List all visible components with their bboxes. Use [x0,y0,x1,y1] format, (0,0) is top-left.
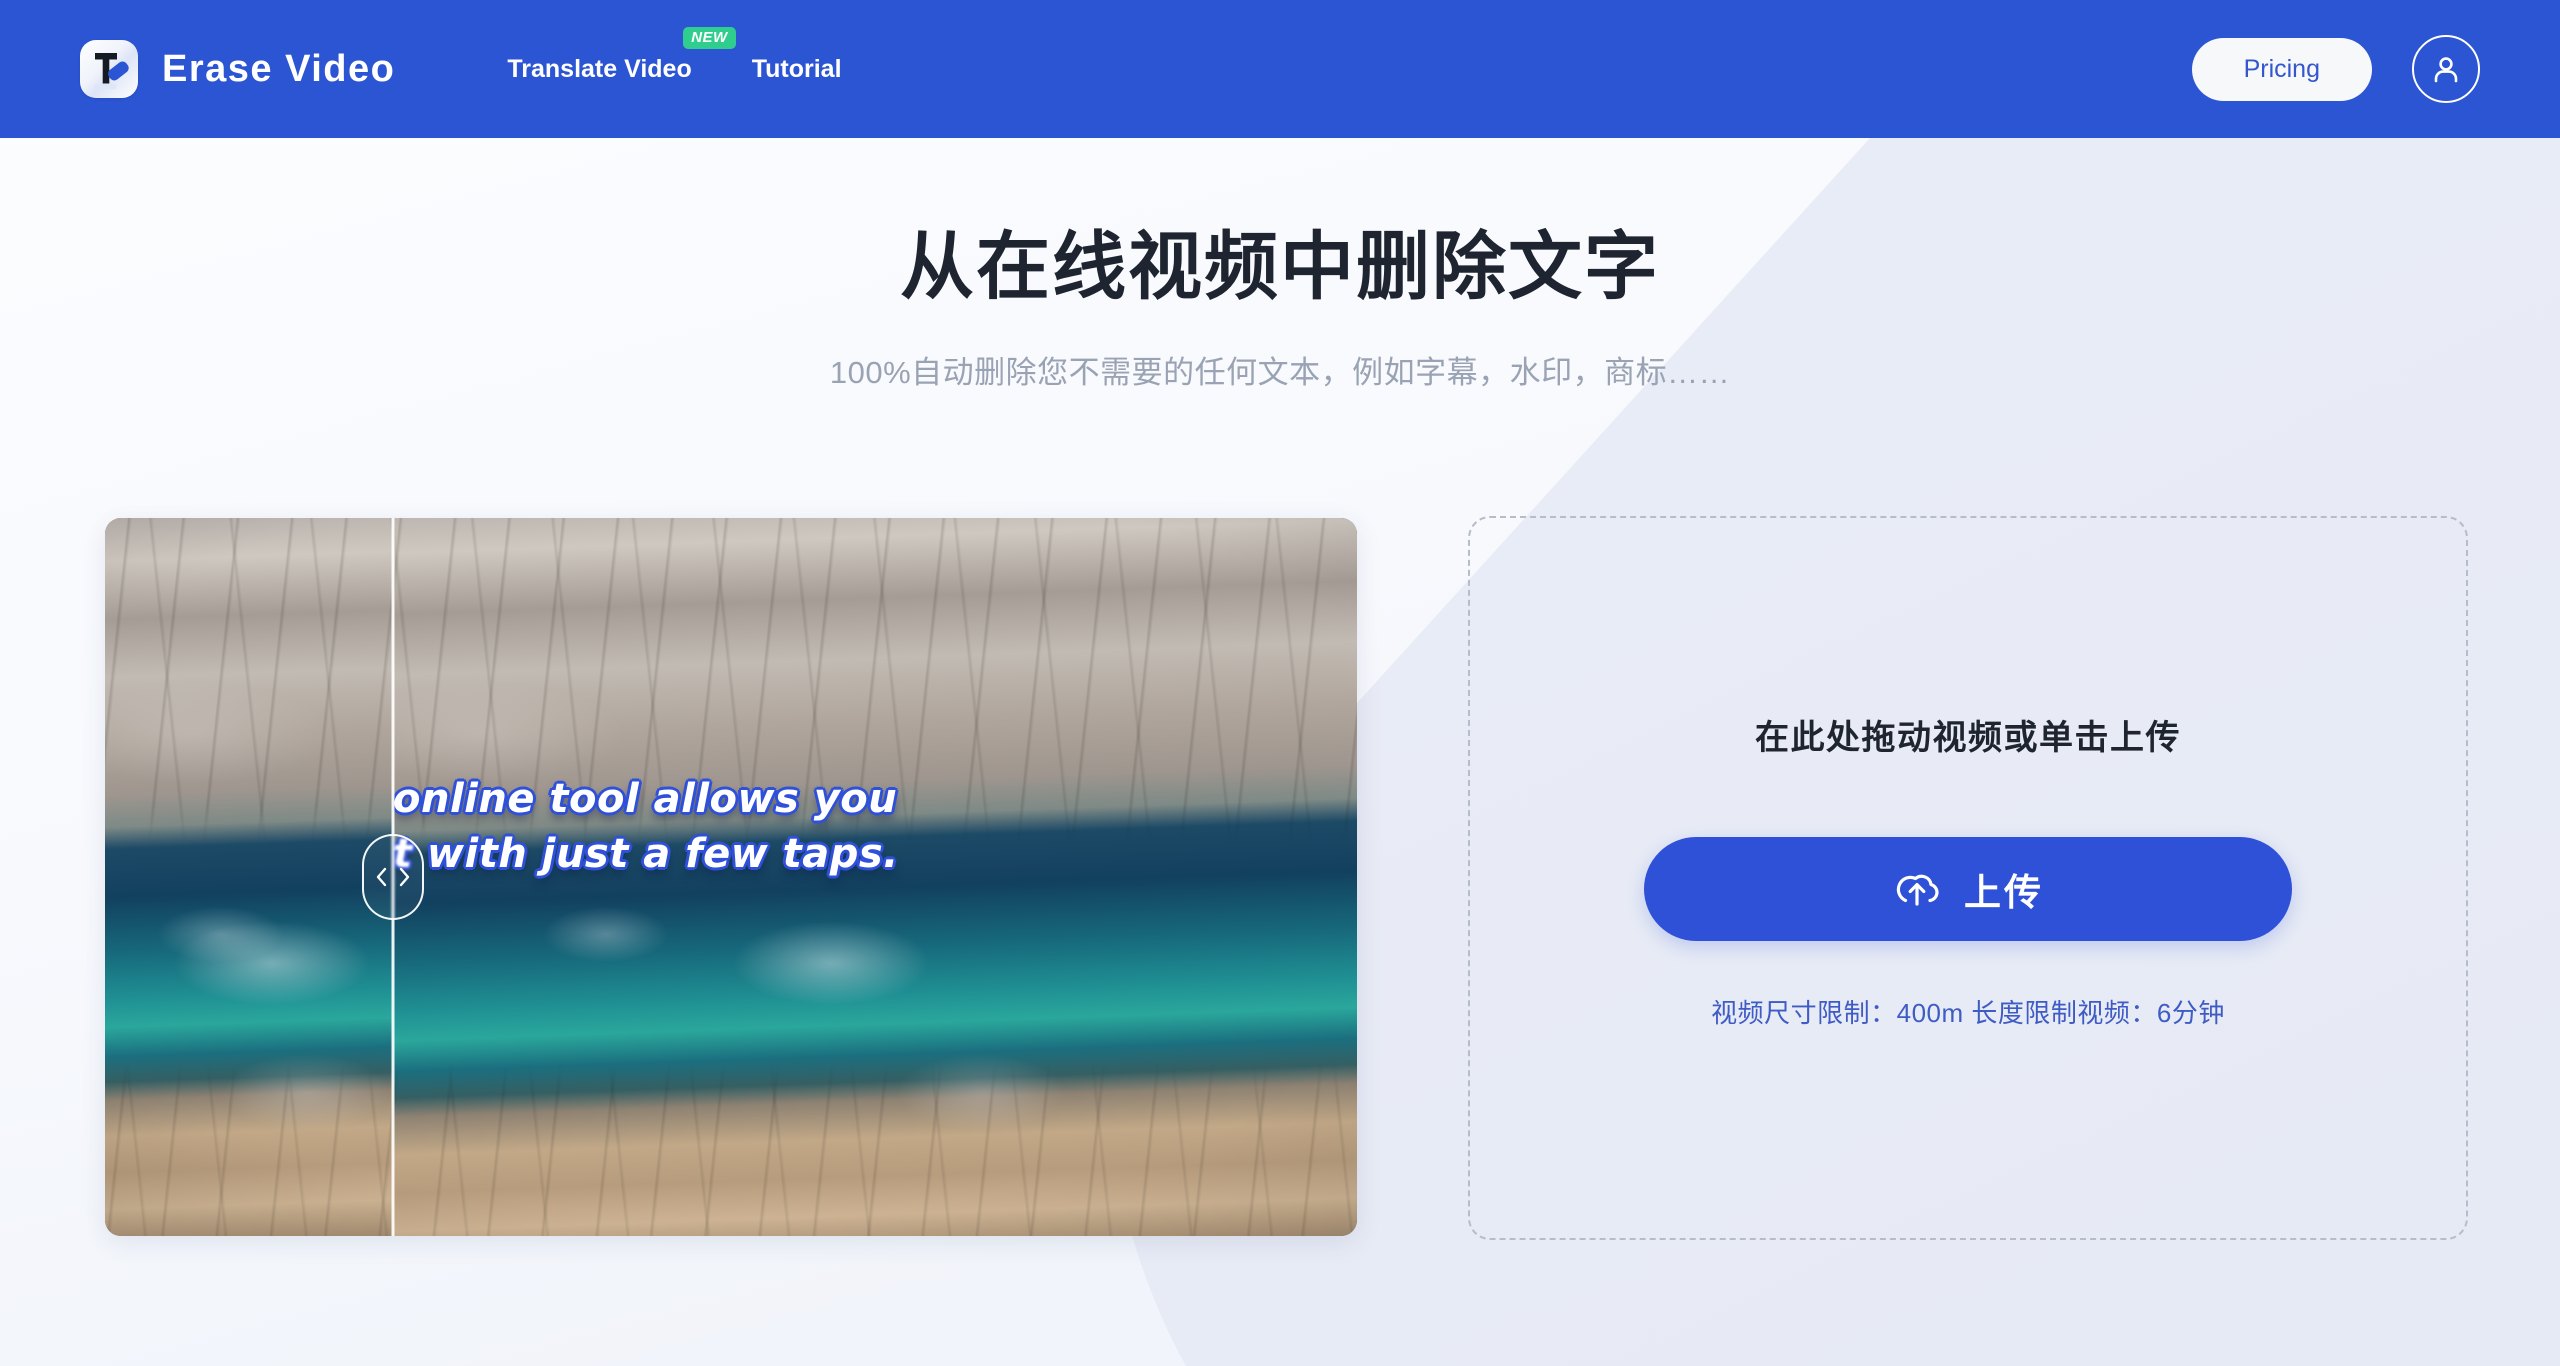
video-vignette [105,518,1357,1236]
dropzone-title: 在此处拖动视频或单击上传 [1755,719,2181,757]
upload-button[interactable]: 上传 [1644,837,2292,941]
header-actions: Pricing [2191,35,2480,103]
new-badge: NEW [683,26,736,49]
brand-name: Erase Video [162,47,396,90]
user-circle-icon[interactable] [2412,35,2480,103]
nav-item-label: Tutorial [751,54,842,83]
site-header: Erase Video Translate Video NEW Tutorial… [0,0,2560,138]
nav-item-label: Translate Video [507,54,692,83]
main-nav: Translate Video NEW Tutorial [505,26,844,90]
pricing-button[interactable]: Pricing [2191,37,2372,101]
nav-item-translate-video[interactable]: Translate Video NEW [505,26,736,90]
chevron-right-icon [399,867,410,887]
comparison-slider-handle[interactable] [362,834,424,920]
brand-logo-link[interactable]: Erase Video [80,40,395,98]
chevron-left-icon [376,867,387,887]
text-eraser-icon [80,40,138,98]
upload-limits-note: 视频尺寸限制：400m 长度限制视频：6分钟 [1711,998,2225,1028]
video-comparison-preview[interactable]: online tool allows you t with just a few… [105,518,1357,1236]
upload-button-label: 上传 [1964,872,2044,913]
upload-dropzone[interactable]: 在此处拖动视频或单击上传 上传 视频尺寸限制：400m 长度限制视频：6分钟 [1468,516,2468,1240]
nav-item-tutorial[interactable]: Tutorial [750,49,844,90]
main-content: online tool allows you t with just a few… [0,138,2560,1366]
cloud-upload-icon [1896,874,1939,906]
